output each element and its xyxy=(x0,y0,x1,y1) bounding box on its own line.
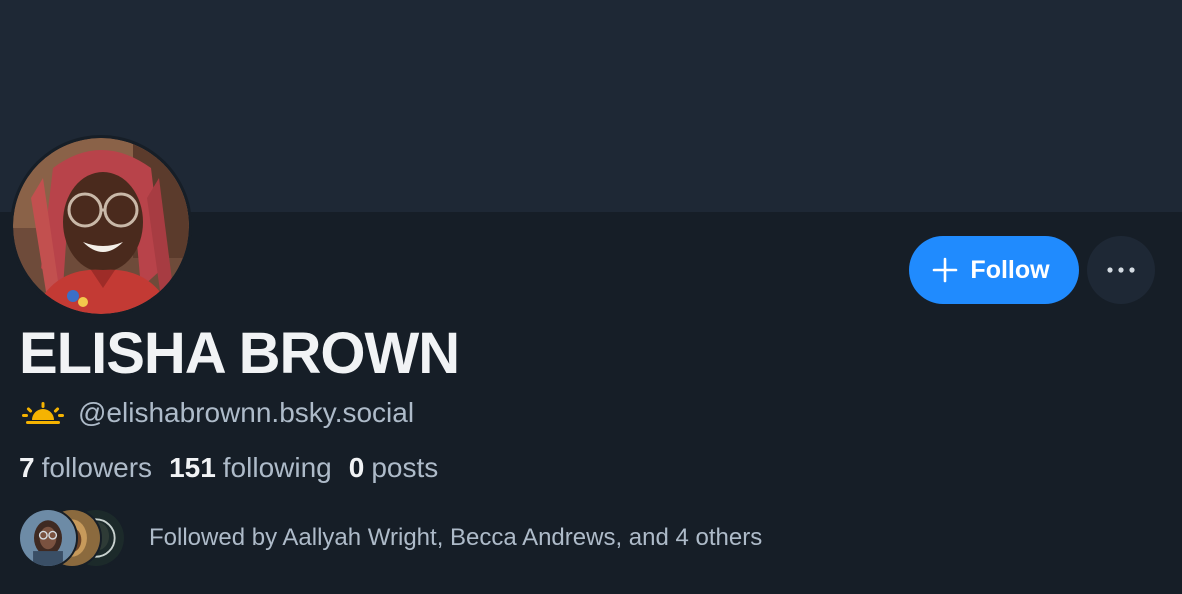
followers-stat[interactable]: 7 followers xyxy=(19,452,152,484)
profile-stats: 7 followers 151 following 0 posts xyxy=(19,448,455,488)
follow-button[interactable]: Follow xyxy=(909,236,1079,304)
known-followers-avatars xyxy=(18,507,128,569)
known-follower-avatar xyxy=(18,508,78,568)
follow-button-label: Follow xyxy=(970,255,1050,284)
known-followers-text: Followed by Aallyah Wright, Becca Andrew… xyxy=(149,524,763,551)
avatar-photo xyxy=(13,138,189,314)
plus-icon xyxy=(932,257,958,283)
posts-count: 0 xyxy=(348,452,365,483)
following-label: following xyxy=(222,452,332,483)
profile-display-name: ELISHA BROWN xyxy=(19,321,460,386)
sunrise-icon xyxy=(22,402,64,424)
profile-handle[interactable]: @elishabrownn.bsky.social xyxy=(78,397,414,429)
posts-label: posts xyxy=(371,452,439,483)
followers-count: 7 xyxy=(19,452,35,483)
followers-label: followers xyxy=(41,452,153,483)
ellipsis-icon xyxy=(1107,267,1135,273)
following-count: 151 xyxy=(169,452,216,483)
handle-row: @elishabrownn.bsky.social xyxy=(22,394,414,432)
known-followers[interactable]: Followed by Aallyah Wright, Becca Andrew… xyxy=(18,507,762,569)
following-stat[interactable]: 151 following xyxy=(169,452,332,484)
profile-page: Follow ELISHA BROWN @elishabrownn.bsky.s… xyxy=(0,0,1182,594)
profile-avatar[interactable] xyxy=(10,135,192,317)
posts-stat: 0 posts xyxy=(349,452,439,484)
more-options-button[interactable] xyxy=(1087,236,1155,304)
